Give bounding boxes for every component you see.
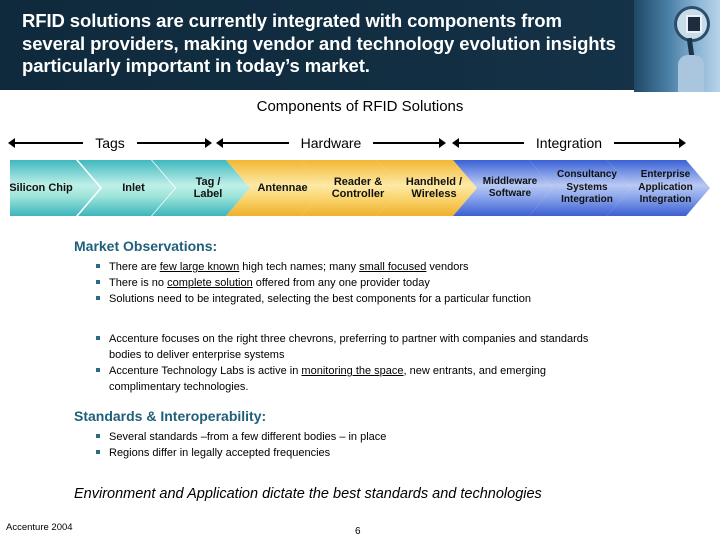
market-observations-heading: Market Observations: (74, 238, 218, 254)
bullet-item: Several standards –from a few different … (94, 429, 614, 445)
standards-bullets: Several standards –from a few different … (94, 429, 614, 461)
bullet-item: There are few large known high tech name… (94, 259, 614, 275)
accenture-bullets: Accenture focuses on the right three che… (94, 331, 599, 395)
left-arrow-icon (7, 138, 84, 148)
category-label: Integration (535, 135, 603, 151)
right-arrow-icon (614, 138, 686, 148)
category-tags: Tags (7, 133, 213, 153)
category-label: Tags (95, 135, 125, 151)
standards-heading: Standards & Interoperability: (74, 408, 267, 424)
category-label: Hardware (300, 135, 362, 151)
left-arrow-icon (452, 138, 524, 148)
header-banner: RFID solutions are currently integrated … (0, 0, 720, 90)
market-bullets: There are few large known high tech name… (94, 259, 614, 307)
right-arrow-icon (373, 138, 446, 148)
right-arrow-icon (136, 138, 213, 148)
slide-title: RFID solutions are currently integrated … (22, 10, 616, 76)
chevron-diagram: Silicon Chip Inlet Tag / Label Antennae … (10, 160, 710, 216)
diagram-title: Components of RFID Solutions (256, 98, 464, 115)
bullet-item: Accenture Technology Labs is active in m… (94, 363, 599, 395)
category-hardware: Hardware (216, 133, 446, 153)
bullet-item: Solutions need to be integrated, selecti… (94, 291, 614, 307)
category-integration: Integration (452, 133, 686, 153)
page-number: 6 (355, 526, 361, 537)
magnifying-glass-icon (634, 0, 720, 92)
bullet-item: Regions differ in legally accepted frequ… (94, 445, 614, 461)
tagline: Environment and Application dictate the … (74, 486, 542, 502)
footer-copyright: Accenture 2004 (6, 522, 73, 533)
bullet-item: Accenture focuses on the right three che… (94, 331, 599, 363)
left-arrow-icon (216, 138, 289, 148)
bullet-item: There is no complete solution offered fr… (94, 275, 614, 291)
